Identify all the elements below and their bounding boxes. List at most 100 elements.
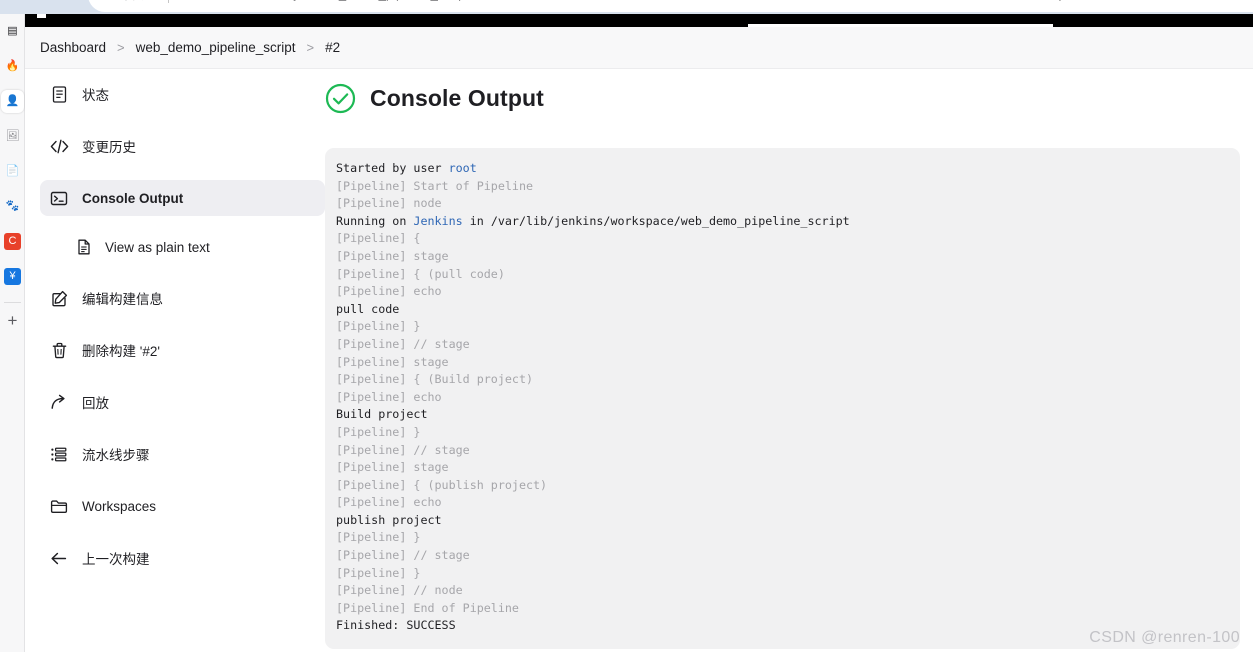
sidebar-item-label: 删除构建 '#2' (82, 344, 160, 359)
sidebar-item-7[interactable]: 回放 (40, 384, 325, 420)
breadcrumb-item-3: #2 (325, 40, 341, 55)
terminal-icon (48, 187, 70, 209)
sidebar-item-label: Console Output (82, 190, 184, 206)
console-text: [Pipeline] { (publish project) (336, 477, 548, 492)
sidebar-item-label: View as plain text (105, 239, 210, 255)
console-log-line: [Pipeline] } (336, 529, 1240, 547)
console-log-line: [Pipeline] { (336, 230, 1240, 248)
console-text: [Pipeline] Start of Pipeline (336, 178, 534, 193)
console-text: [Pipeline] // node (336, 583, 463, 598)
rail-document-icon[interactable]: 📄 (4, 163, 21, 180)
console-log-line: [Pipeline] Start of Pipeline (336, 178, 1240, 196)
sidebar-item-label: 变更历史 (82, 140, 136, 155)
console-log-line: [Pipeline] // stage (336, 442, 1240, 460)
console-link[interactable]: Jenkins (413, 214, 462, 228)
back-button[interactable]: ‹ (6, 0, 11, 2)
sidebar-item-10[interactable]: 上一次构建 (40, 540, 325, 576)
collections-icon[interactable]: ⊕ (1084, 0, 1095, 2)
console-text: [Pipeline] } (336, 424, 421, 439)
address-bar[interactable] (88, 0, 1253, 12)
console-log-line: [Pipeline] // stage (336, 547, 1240, 565)
split-screen-icon[interactable]: ⊟ (1130, 0, 1141, 2)
rail-notes-icon[interactable]: ▤ (4, 23, 21, 40)
console-text: [Pipeline] // stage (336, 442, 470, 457)
reload-button[interactable]: ⟳ (48, 0, 60, 3)
console-log-line: Running on Jenkins in /var/lib/jenkins/w… (336, 213, 1240, 231)
console-log-line: [Pipeline] stage (336, 354, 1240, 372)
sidebar-item-label: 编辑构建信息 (82, 292, 163, 307)
sidebar-item-9[interactable]: Workspaces (40, 488, 325, 524)
console-log-line: [Pipeline] } (336, 565, 1240, 583)
console-log-line: [Pipeline] echo (336, 494, 1240, 512)
sidebar-item-label: 状态 (82, 88, 109, 103)
sidebar-item-label: 上一次构建 (82, 552, 150, 567)
console-log-line: Started by user root (336, 160, 1240, 178)
watermark: CSDN @renren-100 (1089, 629, 1240, 646)
console-text: Finished: SUCCESS (336, 618, 456, 633)
console-log-line: [Pipeline] } (336, 318, 1240, 336)
browser-chrome: ‹ ⟳ ⚠ 不安全 192.168.0.21:8080/job/web_demo… (0, 0, 1253, 14)
console-text: [Pipeline] { (pull code) (336, 266, 505, 281)
add-bookmark-icon[interactable]: + (4, 311, 21, 330)
build-sidebar: 状态变更历史 Console Output View as plain text 编辑… (40, 76, 325, 592)
console-log-line: [Pipeline] End of Pipeline (336, 600, 1240, 618)
sidebar-item-5[interactable]: 编辑构建信息 (40, 280, 325, 316)
console-log-line: Build project (336, 406, 1240, 424)
url-text[interactable]: 192.168.0.21:8080/job/web_demo_pipeline_… (182, 0, 528, 1)
sidebar-item-8[interactable]: 流水线步骤 (40, 436, 325, 472)
trash-icon (48, 339, 70, 361)
console-log-line: [Pipeline] stage (336, 459, 1240, 477)
console-log-line: [Pipeline] { (pull code) (336, 266, 1240, 284)
console-text: Started by user (336, 161, 449, 175)
console-log-line: [Pipeline] // node (336, 582, 1240, 600)
console-log-line: [Pipeline] node (336, 195, 1240, 213)
console-text: [Pipeline] // stage (336, 548, 470, 563)
console-text: [Pipeline] stage (336, 460, 449, 475)
console-header: Console Output (325, 76, 1253, 120)
rail-jenkins-icon[interactable]: 👤 (4, 93, 21, 110)
console-text: publish project (336, 512, 442, 527)
jenkins-header-bar (25, 14, 1253, 27)
arrow-left-icon (48, 547, 70, 569)
security-label: 不安全 (120, 0, 156, 3)
replay-icon (48, 391, 70, 413)
sidebar-item-6[interactable]: 删除构建 '#2' (40, 332, 325, 368)
sidebar-item-2[interactable]: 变更历史 (40, 128, 325, 164)
console-link[interactable]: root (449, 161, 477, 175)
breadcrumb-item-2[interactable]: web_demo_pipeline_script (136, 40, 296, 55)
rail-csdn-icon[interactable]: C (4, 233, 21, 250)
breadcrumb-separator: > (117, 40, 125, 55)
build-success-icon (325, 83, 356, 114)
page-title: Console Output (370, 84, 544, 111)
console-text: [Pipeline] echo (336, 389, 442, 404)
rail-image-icon[interactable]: 🖼 (4, 128, 21, 145)
console-text: [Pipeline] } (336, 530, 421, 545)
folder-icon (48, 495, 70, 517)
sidebar-item-3[interactable]: Console Output (40, 180, 325, 216)
console-text: [Pipeline] node (336, 196, 442, 211)
breadcrumb-item-1[interactable]: Dashboard (40, 40, 106, 55)
steps-icon (48, 443, 70, 465)
console-text: in /var/lib/jenkins/workspace/web_demo_p… (462, 213, 850, 228)
breadcrumb: Dashboard > web_demo_pipeline_script > #2 (25, 27, 1253, 69)
rail-flame-icon[interactable]: 🔥 (4, 58, 21, 75)
sidebar-item-4[interactable]: View as plain text (40, 232, 325, 262)
console-log-line: [Pipeline] // stage (336, 336, 1240, 354)
console-log-line: [Pipeline] stage (336, 248, 1240, 266)
console-log-line: [Pipeline] { (publish project) (336, 477, 1240, 495)
console-text: [Pipeline] { (Build project) (336, 372, 534, 387)
console-text: pull code (336, 301, 400, 316)
console-log-line: pull code (336, 301, 1240, 319)
plain-text-icon (74, 236, 94, 258)
share-icon[interactable]: ⤤ (1008, 0, 1015, 2)
console-output-panel: Started by user root [Pipeline] Start of … (325, 148, 1240, 650)
rail-pay-icon[interactable]: ¥ (4, 268, 21, 285)
add-tab-icon[interactable]: ⊞ (1175, 0, 1186, 2)
profile-icon[interactable]: ◉ (1216, 0, 1227, 2)
console-log-line: [Pipeline] echo (336, 283, 1240, 301)
rail-baidu-icon[interactable]: 🐾 (4, 198, 21, 215)
sidebar-item-label: Workspaces (82, 498, 157, 514)
search-icon[interactable]: 🔍 (1046, 0, 1062, 2)
sidebar-item-1[interactable]: 状态 (40, 76, 325, 112)
console-text: [Pipeline] // stage (336, 336, 470, 351)
